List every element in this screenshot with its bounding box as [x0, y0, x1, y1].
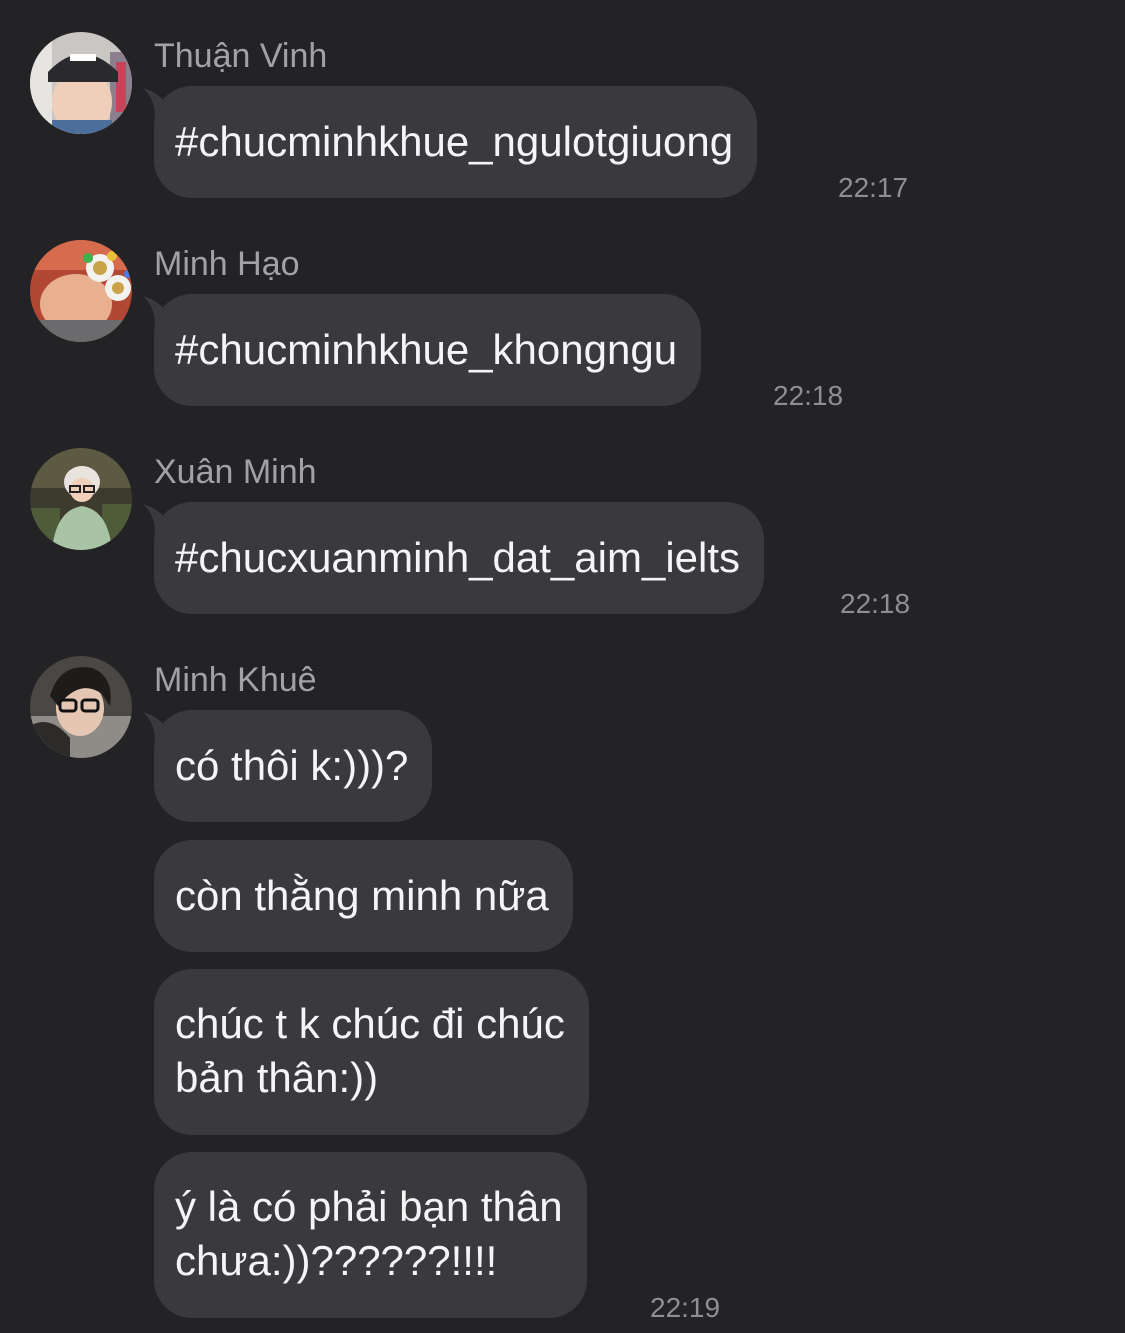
user-avatar-minh-hao-icon [30, 240, 132, 342]
message-bubble[interactable]: ý là có phải bạn thân chưa:))??????!!!! [154, 1152, 587, 1318]
avatar-minh-hao[interactable] [30, 240, 132, 342]
message-bubble[interactable]: #chucminhkhue_ngulotgiuong [154, 86, 758, 198]
message-timestamp: 22:19 [650, 1292, 721, 1323]
sender-name: Thuận Vinh [154, 37, 328, 75]
message-text: bản thân:)) [175, 1054, 379, 1101]
message-text: chúc t k chúc đi chúc [175, 1000, 565, 1047]
message-text: còn thằng minh nữa [175, 872, 549, 919]
message-bubble[interactable]: #chucxuanminh_dat_aim_ielts [154, 502, 765, 614]
message-bubble[interactable]: #chucminhkhue_khongngu [154, 294, 702, 406]
message-text: chưa:))??????!!!! [175, 1237, 498, 1284]
avatar-thuan-vinh[interactable] [30, 32, 132, 134]
avatar-minh-khue[interactable] [30, 656, 132, 758]
message-text: có thôi k:)))? [175, 742, 409, 789]
sender-name: Minh Hạo [154, 245, 300, 283]
message-timestamp: 22:17 [838, 172, 909, 203]
avatar-xuan-minh[interactable] [30, 448, 132, 550]
message-bubble[interactable]: còn thằng minh nữa [154, 840, 573, 952]
message-timestamp: 22:18 [773, 380, 844, 411]
sender-name: Xuân Minh [154, 453, 317, 491]
message-text: ý là có phải bạn thân [175, 1183, 563, 1230]
message-bubble[interactable]: có thôi k:)))? [154, 710, 433, 822]
sender-name: Minh Khuê [154, 661, 317, 699]
user-avatar-minh-khue-icon [30, 656, 132, 758]
message-bubble[interactable]: chúc t k chúc đi chúc bản thân:)) [154, 969, 589, 1135]
user-avatar-thuan-vinh-icon [30, 32, 132, 134]
message-timestamp: 22:18 [840, 588, 911, 619]
message-text: #chucxuanminh_dat_aim_ielts [175, 534, 741, 581]
message-text: #chucminhkhue_khongngu [175, 326, 678, 373]
message-text: #chucminhkhue_ngulotgiuong [175, 118, 734, 165]
user-avatar-xuan-minh-icon [30, 448, 132, 550]
